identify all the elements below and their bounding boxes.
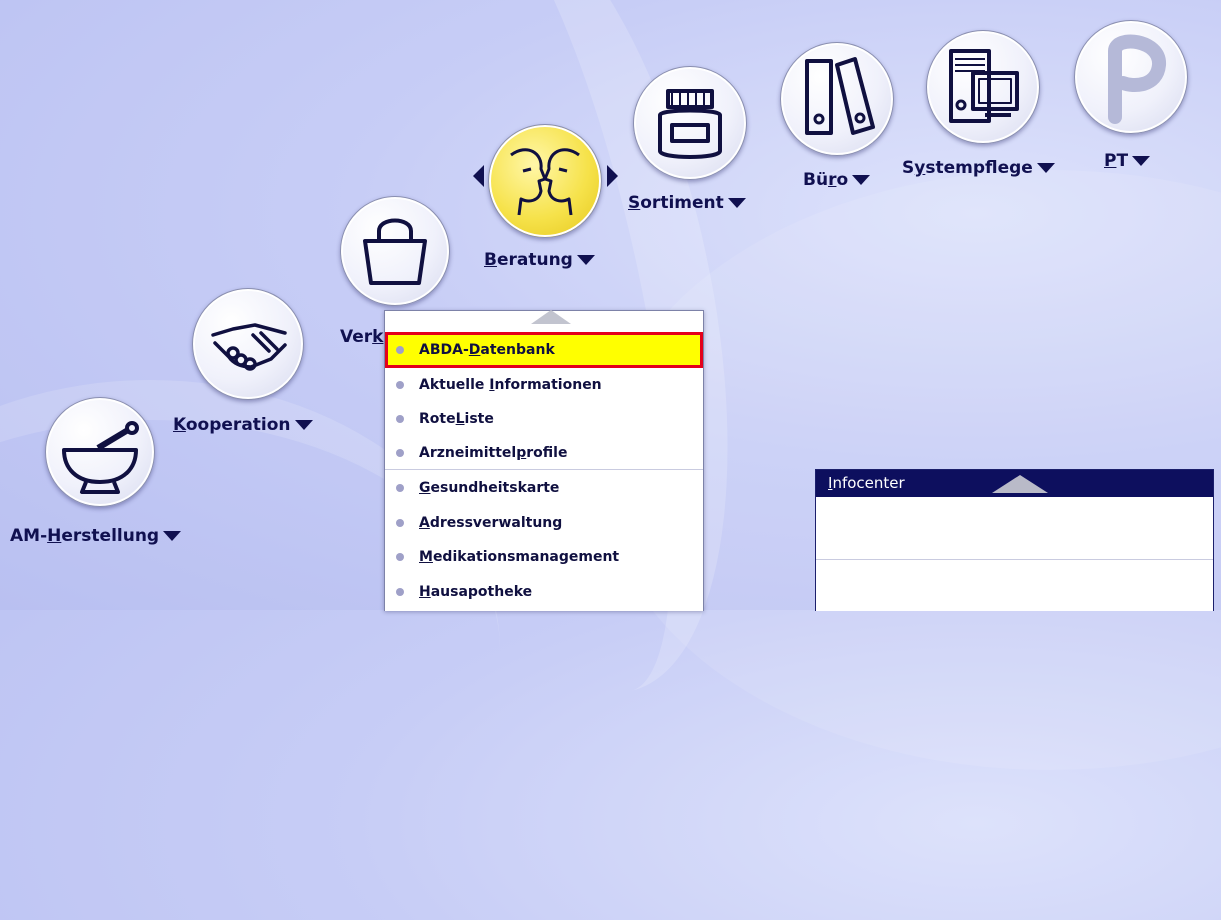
jar-icon[interactable]	[633, 66, 747, 180]
module-buero-label[interactable]: Büro	[803, 170, 871, 190]
chevron-down-icon	[576, 255, 595, 265]
menu-item-aktuelle-informationen[interactable]: Aktuelle Informationen	[385, 368, 703, 402]
chevron-down-icon	[1132, 156, 1151, 166]
menu-item-adressverwaltung[interactable]: Adressverwaltung	[385, 506, 703, 540]
beratung-dropdown-menu: ABDA-Datenbank Aktuelle Informationen Ro…	[384, 310, 704, 611]
next-arrow-icon[interactable]	[607, 165, 618, 187]
handshake-icon[interactable]	[192, 288, 304, 400]
chevron-down-icon	[727, 198, 746, 208]
chevron-down-icon	[294, 420, 313, 430]
bullet-icon	[396, 588, 404, 596]
menu-item-gesundheitskarte[interactable]: Gesundheitskarte	[385, 471, 703, 505]
shopping-bag-icon[interactable]	[340, 196, 450, 306]
chevron-down-icon	[852, 175, 871, 185]
module-am-herstellung-label[interactable]: AM-Herstellung	[10, 526, 182, 546]
module-kooperation-label[interactable]: Kooperation	[173, 415, 313, 435]
module-pt-label[interactable]: PT	[1104, 151, 1151, 171]
infocenter-title: Infocenter	[828, 474, 905, 492]
module-verkauf-label[interactable]: Verk	[340, 327, 383, 347]
binders-icon[interactable]	[780, 42, 894, 156]
bullet-icon	[396, 484, 404, 492]
module-systempflege-label[interactable]: Systempflege	[902, 158, 1055, 178]
bullet-icon	[396, 553, 404, 561]
bullet-icon	[396, 415, 404, 423]
faces-icon[interactable]	[488, 124, 602, 238]
infocenter-header[interactable]: Infocenter	[816, 470, 1213, 497]
menu-item-roteliste[interactable]: RoteListe	[385, 402, 703, 436]
highlight-frame	[385, 332, 703, 368]
chevron-down-icon	[1036, 163, 1055, 173]
menu-item-arzneimittelprofile[interactable]: Arzneimittelprofile	[385, 436, 703, 470]
menu-item-hausapotheke[interactable]: Hausapotheke	[385, 575, 703, 609]
menu-separator	[385, 469, 703, 470]
infocenter-separator	[816, 559, 1213, 560]
computer-icon[interactable]	[926, 30, 1040, 144]
bullet-icon	[396, 449, 404, 457]
mortar-pestle-icon[interactable]	[45, 397, 155, 507]
module-beratung-label[interactable]: Beratung	[484, 250, 595, 270]
p-logo-icon[interactable]	[1074, 20, 1188, 134]
module-sortiment-label[interactable]: Sortiment	[628, 193, 746, 213]
collapse-arrow-icon[interactable]	[992, 475, 1048, 493]
bullet-icon	[396, 519, 404, 527]
bullet-icon	[396, 381, 404, 389]
previous-arrow-icon[interactable]	[473, 165, 484, 187]
infocenter-panel: Infocenter	[815, 469, 1214, 611]
dropdown-pointer-icon	[531, 310, 571, 324]
chevron-down-icon	[163, 531, 182, 541]
menu-item-medikationsmanagement[interactable]: Medikationsmanagement	[385, 540, 703, 574]
